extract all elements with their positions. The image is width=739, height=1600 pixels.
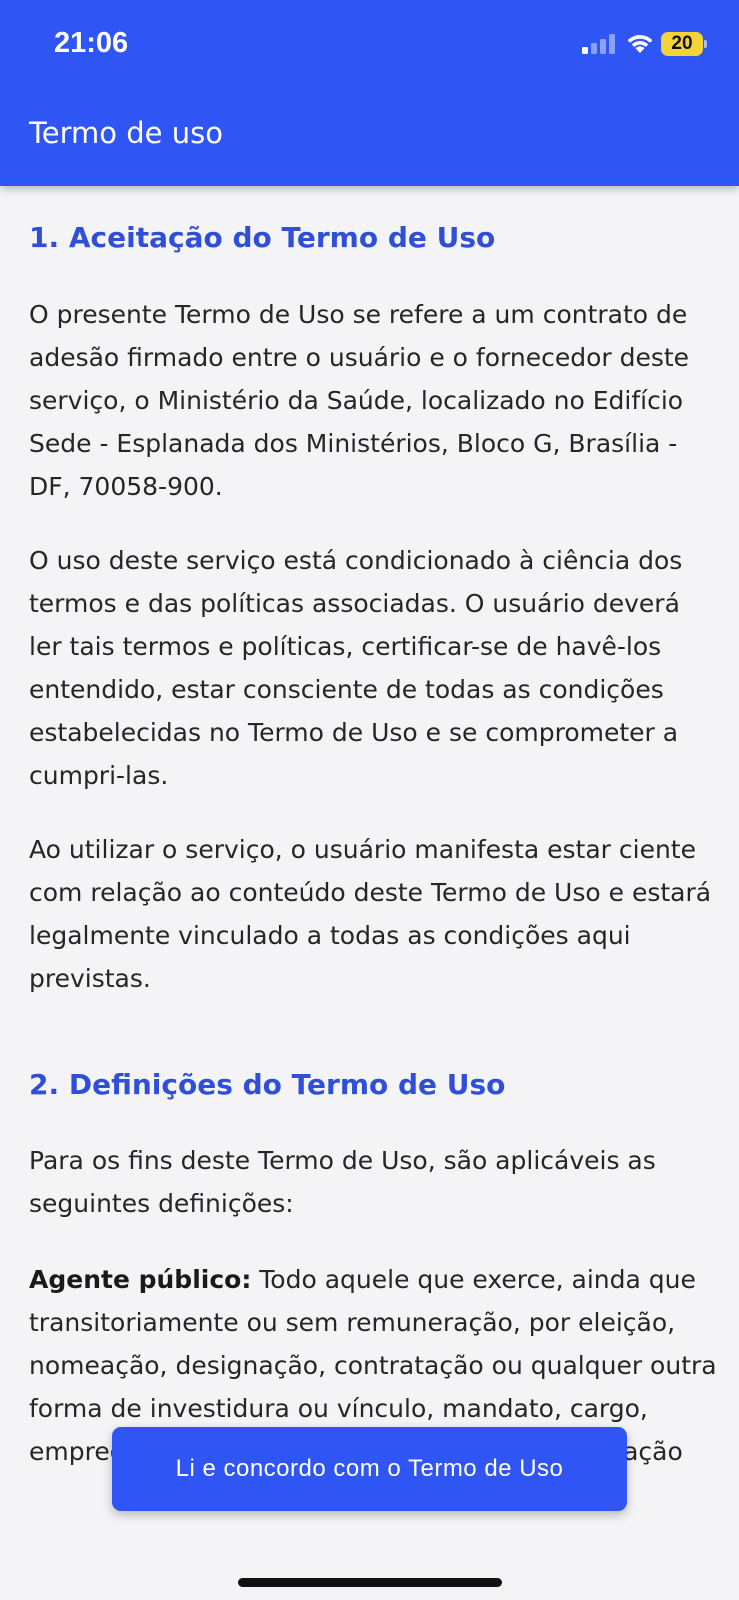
status-bar: 21:06 20 — [0, 0, 739, 90]
terms-content[interactable]: 1. Aceitação do Termo de Uso O presente … — [29, 186, 719, 1473]
paragraph: Para os fins deste Termo de Uso, são apl… — [29, 1146, 656, 1218]
agree-button[interactable]: Li e concordo com o Termo de Uso — [112, 1427, 627, 1511]
wifi-icon — [627, 35, 653, 53]
section-heading-definitions: 2. Definições do Termo de Uso — [29, 1068, 506, 1101]
cellular-signal-icon — [582, 34, 615, 54]
paragraph: Ao utilizar o serviço, o usuário manifes… — [29, 835, 712, 993]
definition-term: Agente público: — [29, 1265, 252, 1294]
paragraph: O uso deste serviço está condicionado à … — [29, 546, 683, 790]
app-header: 21:06 20 Termo de uso — [0, 0, 739, 186]
home-indicator[interactable] — [238, 1578, 502, 1587]
page-title: Termo de uso — [29, 116, 223, 150]
paragraph: O presente Termo de Uso se refere a um c… — [29, 300, 690, 501]
battery-level: 20 — [661, 32, 703, 56]
status-time: 21:06 — [54, 27, 129, 59]
section-heading-acceptance: 1. Aceitação do Termo de Uso — [29, 221, 496, 254]
battery-icon: 20 — [661, 32, 707, 56]
